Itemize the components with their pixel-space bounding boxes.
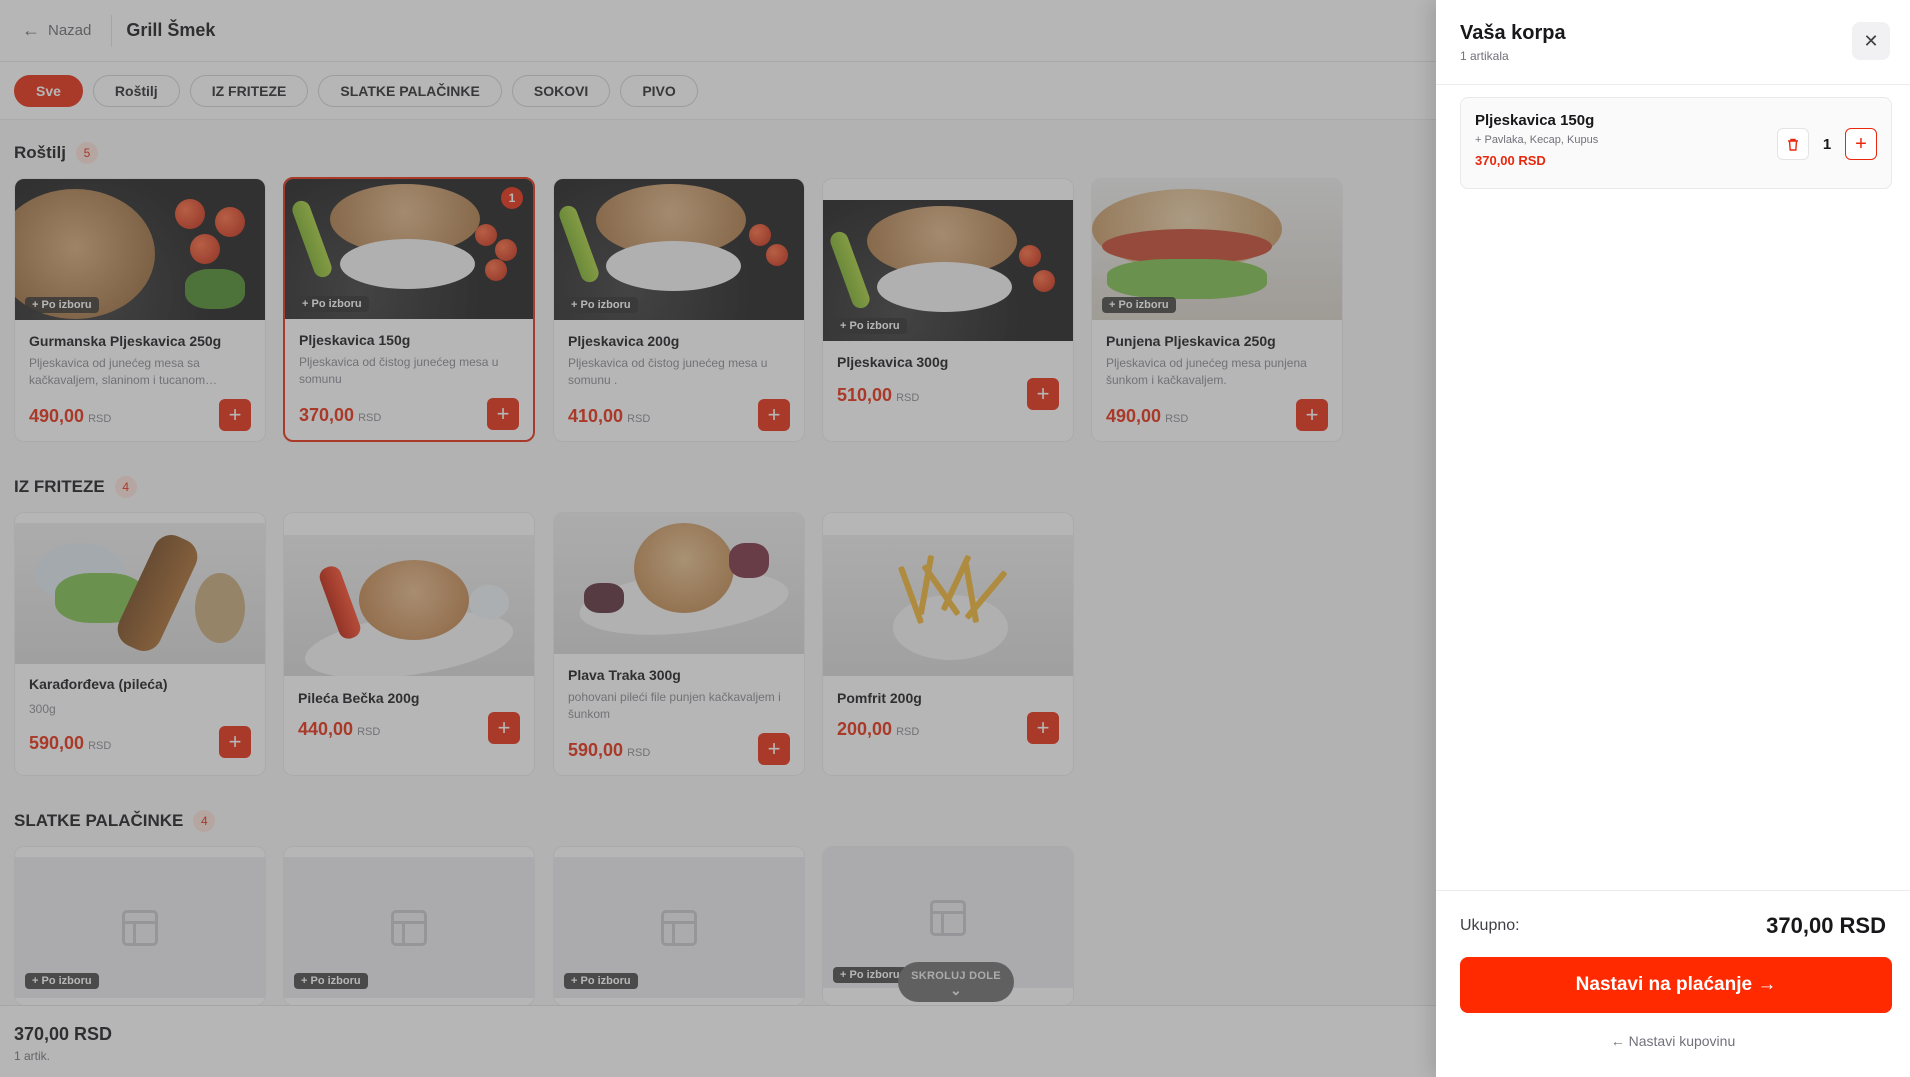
- cart-line-item: Pljeskavica 150g + Pavlaka, Kecap, Kupus…: [1460, 97, 1892, 189]
- modal-backdrop[interactable]: [0, 0, 1436, 1077]
- quantity-stepper: 1 +: [1777, 128, 1877, 160]
- checkout-button[interactable]: Nastavi na plaćanje →: [1460, 957, 1892, 1013]
- cart-drawer: Vaša korpa 1 artikala ✕ Pljeskavica 150g…: [1436, 0, 1910, 1077]
- cart-header: Vaša korpa 1 artikala ✕: [1436, 0, 1910, 85]
- total-label: Ukupno:: [1460, 917, 1520, 934]
- continue-shopping-link[interactable]: ← Nastavi kupovinu: [1460, 1033, 1886, 1049]
- cart-item-name: Pljeskavica 150g: [1475, 112, 1595, 129]
- increase-qty-button[interactable]: +: [1845, 128, 1877, 160]
- trash-icon: [1788, 138, 1798, 151]
- cart-item-count: 1 artikala: [1460, 49, 1509, 63]
- remove-item-button[interactable]: [1777, 128, 1809, 160]
- close-cart-button[interactable]: ✕: [1852, 22, 1890, 60]
- cart-title: Vaša korpa: [1460, 22, 1566, 44]
- plus-icon: +: [1855, 132, 1867, 155]
- cart-footer: Ukupno: 370,00 RSD Nastavi na plaćanje →…: [1436, 890, 1910, 1077]
- close-icon: ✕: [1863, 30, 1879, 51]
- total-value: 370,00 RSD: [1766, 913, 1886, 938]
- cart-item-qty: 1: [1822, 135, 1832, 153]
- cart-total-row: Ukupno: 370,00 RSD: [1460, 913, 1886, 939]
